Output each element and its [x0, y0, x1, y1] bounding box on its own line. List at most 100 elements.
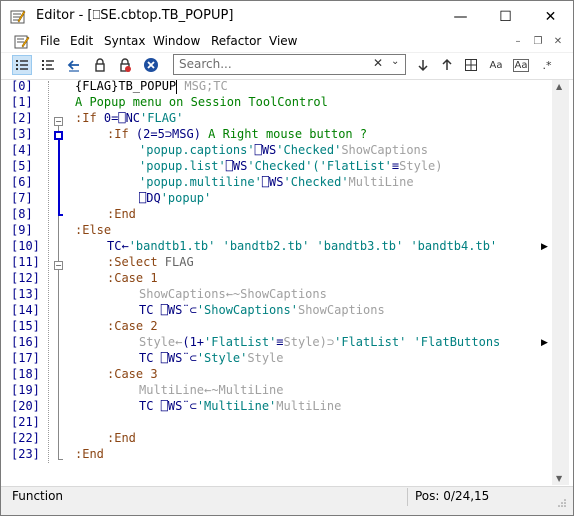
- code-line-23[interactable]: :End: [75, 447, 104, 461]
- search-input[interactable]: Search... ✕ ⌄: [173, 54, 406, 75]
- code-line-13[interactable]: ShowCaptions←~ShowCaptions: [139, 287, 327, 301]
- line-number: [14]: [11, 303, 40, 317]
- overflow-arrow-icon: ▶: [541, 338, 548, 348]
- code-line-11[interactable]: :Select FLAG: [107, 255, 194, 269]
- back-arrow-icon: [67, 60, 79, 72]
- code-line-17[interactable]: TC ⎕WS¨⊂'Style'Style: [139, 351, 284, 365]
- fold-line: [58, 216, 59, 261]
- line-number: [8]: [11, 207, 33, 221]
- menu-edit[interactable]: Edit: [70, 34, 93, 48]
- close-icon: ✕: [544, 8, 557, 25]
- down-arrow-icon: [418, 60, 428, 72]
- status-divider: [407, 488, 408, 506]
- menu-syntax[interactable]: Syntax: [104, 34, 145, 48]
- code-line-4[interactable]: 'popup.captions'⎕WS'Checked'ShowCaptions: [139, 143, 428, 157]
- code-line-16[interactable]: Style←(1+'FlatList'≡Style)⊃'FlatList' 'F…: [139, 335, 500, 349]
- code-line-1[interactable]: A Popup menu on Session ToolControl: [75, 95, 328, 109]
- line-number: [15]: [11, 319, 40, 333]
- app-icon: [10, 10, 26, 24]
- line-number: [10]: [11, 239, 40, 253]
- fold-line: [58, 126, 59, 131]
- status-position: Pos: 0/24,15: [415, 489, 490, 503]
- clear-icon[interactable]: ✕: [373, 56, 383, 70]
- minimize-button[interactable]: —: [438, 1, 483, 32]
- resize-grip-icon[interactable]: [557, 498, 567, 508]
- highlight-icon: [465, 59, 477, 71]
- code-line-8[interactable]: :End: [107, 207, 136, 221]
- maximize-button[interactable]: ☐: [483, 1, 528, 32]
- scroll-up-icon[interactable]: ▲: [556, 82, 562, 91]
- fold-marker-active[interactable]: [54, 131, 63, 140]
- gutter-separator: [48, 81, 50, 463]
- list-view-button[interactable]: [12, 55, 32, 75]
- menu-refactor[interactable]: Refactor: [211, 34, 261, 48]
- whole-word-icon: Aa: [512, 58, 530, 72]
- list-icon: [16, 60, 28, 70]
- doc-edit-icon[interactable]: [14, 34, 30, 50]
- code-line-20[interactable]: TC ⎕WS¨⊂'MultiLine'MultiLine: [139, 399, 341, 413]
- vertical-scrollbar[interactable]: ▲ ▼: [552, 80, 569, 485]
- match-case-button[interactable]: Aa: [486, 55, 506, 75]
- lock-button[interactable]: [90, 55, 110, 75]
- match-case-icon: Aa: [489, 59, 503, 71]
- status-function: Function: [12, 489, 64, 503]
- regex-icon: .*: [542, 58, 552, 72]
- mdi-close-button[interactable]: ✕: [550, 34, 566, 50]
- minimize-icon: —: [453, 8, 468, 25]
- fold-marker[interactable]: −: [54, 117, 63, 126]
- up-arrow-icon: [442, 58, 452, 70]
- overflow-arrow-icon: ▶: [541, 242, 548, 252]
- line-number: [11]: [11, 255, 40, 269]
- chevron-down-icon[interactable]: ⌄: [391, 56, 399, 67]
- title-bar[interactable]: Editor - [⎕SE.cbtop.TB_POPUP] — ☐ ✕: [1, 1, 573, 32]
- code-line-19[interactable]: MultiLine←~MultiLine: [139, 383, 284, 397]
- scroll-down-icon[interactable]: ▼: [556, 474, 562, 483]
- code-line-5[interactable]: 'popup.list'⎕WS'Checked'('FlatList'≡Styl…: [139, 159, 443, 173]
- code-line-15[interactable]: :Case 2: [107, 319, 158, 333]
- line-number: [20]: [11, 399, 40, 413]
- outline-button[interactable]: [38, 55, 58, 75]
- find-prev-button[interactable]: [437, 55, 457, 75]
- code-line-14[interactable]: TC ⎕WS¨⊂'ShowCaptions'ShowCaptions: [139, 303, 385, 317]
- code-line-22[interactable]: :End: [107, 431, 136, 445]
- line-number: [22]: [11, 431, 40, 445]
- code-line-18[interactable]: :Case 3: [107, 367, 158, 381]
- lock-icon: [95, 58, 105, 72]
- editor-window: Editor - [⎕SE.cbtop.TB_POPUP] — ☐ ✕ File…: [0, 0, 574, 516]
- line-number: [16]: [11, 335, 40, 349]
- maximize-icon: ☐: [499, 8, 512, 25]
- line-number: [19]: [11, 383, 40, 397]
- mdi-minimize-button[interactable]: –: [510, 34, 526, 50]
- close-circle-icon: [144, 58, 158, 72]
- line-number: [13]: [11, 287, 40, 301]
- unlock-button[interactable]: [115, 55, 135, 75]
- code-line-7[interactable]: ⎕DQ'popup': [139, 191, 211, 205]
- fold-marker[interactable]: −: [54, 261, 63, 270]
- code-line-2[interactable]: :If 0=⎕NC'FLAG': [75, 111, 183, 125]
- close-circle-button[interactable]: [141, 55, 161, 75]
- code-line-3[interactable]: :If (2=5⊃MSG) A Right mouse button ?: [107, 127, 367, 141]
- code-line-6[interactable]: 'popup.multiline'⎕WS'Checked'MultiLine: [139, 175, 414, 189]
- menu-window[interactable]: Window: [153, 34, 200, 48]
- line-number: [6]: [11, 175, 33, 189]
- close-button[interactable]: ✕: [528, 1, 573, 32]
- mdi-restore-button[interactable]: ❐: [530, 34, 546, 50]
- code-line-10[interactable]: TC←'bandtb1.tb' 'bandtb2.tb' 'bandtb3.tb…: [107, 239, 497, 253]
- line-number: [1]: [11, 95, 33, 109]
- menu-view[interactable]: View: [269, 34, 297, 48]
- code-line-12[interactable]: :Case 1: [107, 271, 158, 285]
- whole-word-button[interactable]: Aa: [511, 55, 531, 75]
- line-number: [2]: [11, 111, 33, 125]
- list-alt-icon: [42, 60, 54, 70]
- regex-button[interactable]: .*: [537, 55, 557, 75]
- fold-line: [58, 270, 59, 459]
- back-button[interactable]: [64, 55, 84, 75]
- highlight-button[interactable]: [461, 55, 481, 75]
- line-number: [4]: [11, 143, 33, 157]
- line-number: [18]: [11, 367, 40, 381]
- code-line-0[interactable]: {FLAG}TB_POPUP MSG;TC: [75, 79, 228, 94]
- menu-file[interactable]: File: [40, 34, 60, 48]
- code-line-9[interactable]: :Else: [75, 223, 111, 237]
- line-number: [23]: [11, 447, 40, 461]
- find-next-button[interactable]: [413, 55, 433, 75]
